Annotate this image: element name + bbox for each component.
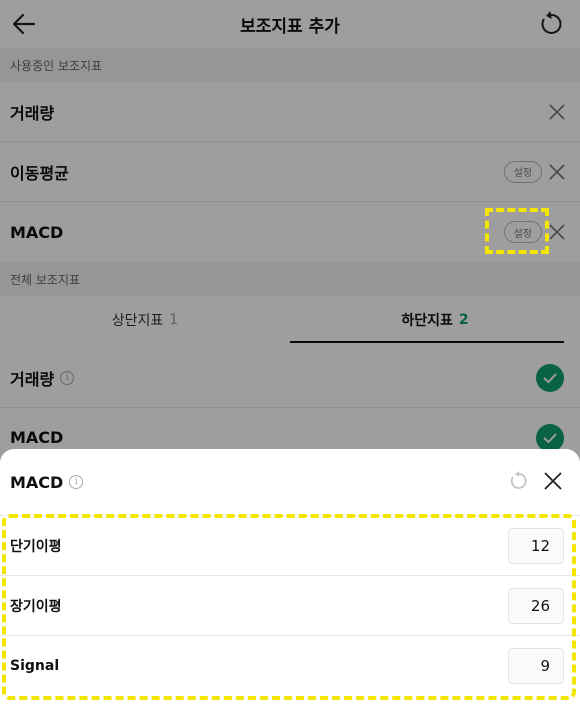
highlight-settings-button bbox=[485, 208, 549, 254]
sheet-header: MACD i bbox=[0, 449, 580, 515]
highlight-param-rows bbox=[2, 514, 576, 700]
info-icon[interactable]: i bbox=[69, 475, 84, 489]
sheet-title: MACD bbox=[10, 472, 64, 492]
close-icon[interactable] bbox=[542, 470, 564, 492]
reset-icon[interactable] bbox=[508, 470, 530, 492]
